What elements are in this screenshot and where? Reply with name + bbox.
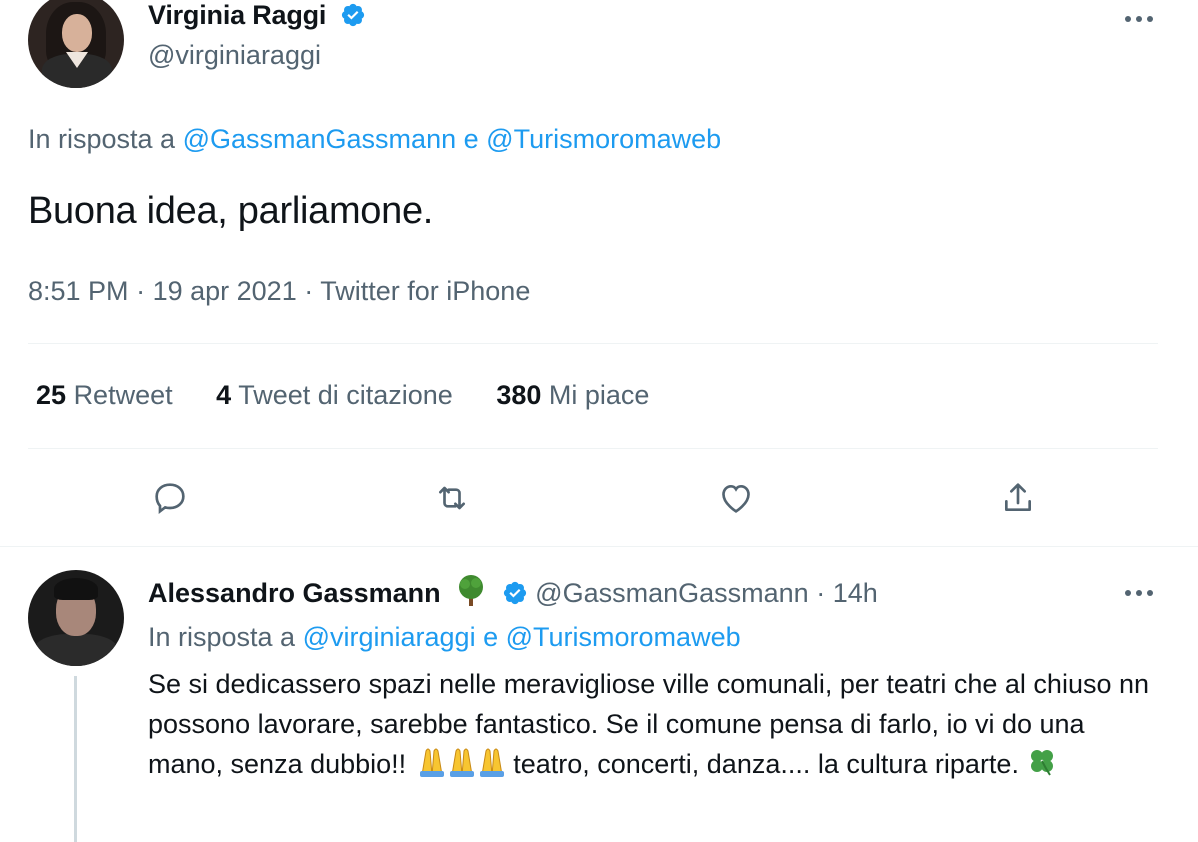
reply-author-handle[interactable]: @GassmanGassmann bbox=[535, 578, 809, 608]
retweet-icon[interactable] bbox=[428, 474, 476, 522]
divider bbox=[28, 448, 1158, 449]
reply-author-name[interactable]: Alessandro Gassmann bbox=[148, 578, 441, 608]
reply-mention-2[interactable]: @Turismoromaweb bbox=[506, 622, 741, 652]
meta-sep: · bbox=[304, 276, 314, 306]
reply-conj: e bbox=[463, 124, 479, 154]
folded-hands-emoji-icon bbox=[414, 745, 506, 788]
divider bbox=[28, 343, 1158, 344]
tree-emoji-icon bbox=[454, 574, 488, 615]
reply-sep: · bbox=[816, 578, 826, 608]
reply-context: In risposta a @virginiaraggi e @Turismor… bbox=[148, 622, 741, 653]
author-name-text[interactable]: Virginia Raggi bbox=[148, 0, 326, 30]
meta-sep: · bbox=[136, 276, 146, 306]
quotes-count: 4 bbox=[216, 380, 232, 410]
retweets-stat[interactable]: 25 Retweet bbox=[36, 380, 173, 411]
reply-context: In risposta a @GassmanGassmann e @Turism… bbox=[28, 124, 721, 155]
likes-label: Mi piace bbox=[548, 380, 650, 410]
more-options-icon[interactable] bbox=[1124, 10, 1154, 28]
section-divider bbox=[0, 546, 1198, 547]
thread-connector bbox=[74, 676, 77, 842]
share-icon[interactable] bbox=[994, 474, 1042, 522]
author-name[interactable]: Virginia Raggi bbox=[148, 0, 366, 35]
reply-mention-1[interactable]: @virginiaraggi bbox=[303, 622, 476, 652]
author-handle[interactable]: @virginiaraggi bbox=[148, 40, 321, 71]
like-icon[interactable] bbox=[712, 474, 760, 522]
verified-badge-icon bbox=[502, 580, 528, 613]
main-tweet: Virginia Raggi @virginiaraggi In rispost… bbox=[0, 0, 1198, 546]
four-leaf-clover-emoji-icon bbox=[1026, 745, 1058, 788]
likes-stat[interactable]: 380 Mi piace bbox=[496, 380, 649, 411]
reply-time[interactable]: 14h bbox=[833, 578, 878, 608]
tweet-text: Buona idea, parliamone. bbox=[28, 190, 434, 232]
reply-header: Alessandro Gassmann @GassmanGassmann · 1… bbox=[148, 574, 878, 615]
tweet-stats: 25 Retweet 4 Tweet di citazione 380 Mi p… bbox=[36, 380, 685, 411]
reply-author-avatar[interactable] bbox=[28, 570, 124, 666]
quotes-stat[interactable]: 4 Tweet di citazione bbox=[216, 380, 453, 411]
tweet-source[interactable]: Twitter for iPhone bbox=[320, 276, 530, 306]
tweet-date[interactable]: 19 apr 2021 bbox=[153, 276, 297, 306]
author-avatar[interactable] bbox=[28, 0, 124, 88]
reply-prefix: In risposta a bbox=[28, 124, 176, 154]
retweets-label: Retweet bbox=[73, 380, 173, 410]
tweet-actions bbox=[0, 474, 1198, 522]
reply-mention-2[interactable]: @Turismoromaweb bbox=[486, 124, 721, 154]
tweet-time[interactable]: 8:51 PM bbox=[28, 276, 129, 306]
reply-conj: e bbox=[483, 622, 499, 652]
quotes-label: Tweet di citazione bbox=[238, 380, 453, 410]
reply-text-part2: teatro, concerti, danza.... la cultura r… bbox=[513, 749, 1027, 779]
more-options-icon[interactable] bbox=[1124, 584, 1154, 602]
reply-tweet-text: Se si dedicassero spazi nelle meraviglio… bbox=[148, 664, 1158, 788]
reply-icon[interactable] bbox=[146, 474, 194, 522]
tweet-meta: 8:51 PM · 19 apr 2021 · Twitter for iPho… bbox=[28, 276, 530, 307]
reply-prefix: In risposta a bbox=[148, 622, 296, 652]
reply-mention-1[interactable]: @GassmanGassmann bbox=[183, 124, 457, 154]
likes-count: 380 bbox=[496, 380, 542, 410]
verified-badge-icon bbox=[340, 2, 366, 35]
retweets-count: 25 bbox=[36, 380, 67, 410]
